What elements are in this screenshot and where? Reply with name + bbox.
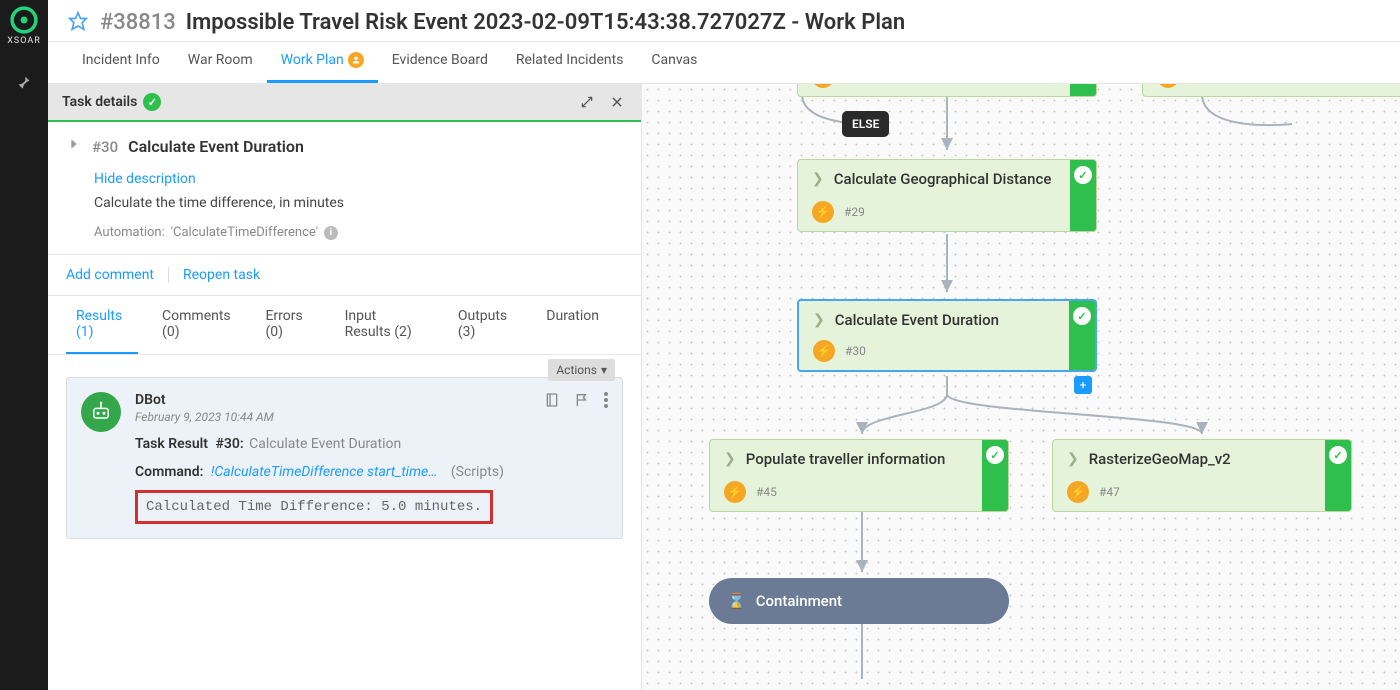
chevron-right-icon: ❯ xyxy=(1067,451,1079,467)
flow-node-partial-left[interactable]: ⚡ ✓ xyxy=(797,84,1097,97)
favorite-star-icon[interactable] xyxy=(68,11,88,35)
task-description: Calculate the time difference, in minute… xyxy=(94,195,623,211)
hide-description-link[interactable]: Hide description xyxy=(94,171,623,187)
user-badge-icon xyxy=(348,52,364,68)
bolt-icon: ⚡ xyxy=(813,340,835,362)
section-containment[interactable]: ⌛ Containment xyxy=(709,578,1009,624)
bolt-icon: ⚡ xyxy=(812,84,834,88)
flow-node-partial-right[interactable]: ⚡ ✓ xyxy=(1142,84,1400,97)
flow-node-47[interactable]: ❯RasterizeGeoMap_v2 ⚡#47 ✓ xyxy=(1052,439,1352,512)
add-node-icon[interactable]: + xyxy=(1074,376,1092,394)
check-icon: ✓ xyxy=(1074,166,1092,184)
command-value[interactable]: !CalculateTimeDifference start_time… xyxy=(211,464,437,480)
dbot-avatar-icon xyxy=(81,392,121,432)
expand-icon[interactable] xyxy=(577,92,597,112)
close-icon[interactable] xyxy=(607,92,627,112)
actions-dropdown[interactable]: Actions ▾ xyxy=(548,359,615,381)
panel-actions: Add comment Reopen task xyxy=(48,255,641,296)
bolt-icon: ⚡ xyxy=(724,481,746,503)
check-icon: ✓ xyxy=(986,446,1004,464)
incident-header: #38813 Impossible Travel Risk Event 2023… xyxy=(48,0,1400,42)
check-icon: ✓ xyxy=(1073,307,1091,325)
flow-node-29[interactable]: ❯Calculate Geographical Distance ⚡#29 ✓ xyxy=(797,159,1097,232)
task-header: #30 Calculate Event Duration Hide descri… xyxy=(48,122,641,255)
task-details-panel: Task details ✓ #30 xyxy=(48,84,642,690)
panel-header: Task details ✓ xyxy=(48,84,641,122)
tab-bar: Incident Info War Room Work Plan Evidenc… xyxy=(48,42,1400,84)
result-author: DBot xyxy=(135,392,274,408)
tab-incident-info[interactable]: Incident Info xyxy=(68,42,174,83)
task-result-label: Task Result xyxy=(135,436,208,452)
result-output: Calculated Time Difference: 5.0 minutes. xyxy=(135,490,493,524)
hourglass-icon: ⌛ xyxy=(727,592,746,610)
panel-title: Task details xyxy=(62,94,137,110)
bolt-icon: ⚡ xyxy=(1157,84,1179,88)
reopen-task-link[interactable]: Reopen task xyxy=(183,267,260,283)
app-logo[interactable] xyxy=(10,6,38,34)
chevron-right-icon xyxy=(66,136,82,157)
automation-row: Automation: 'CalculateTimeDifference' i xyxy=(94,225,623,240)
pin-icon[interactable] xyxy=(6,64,42,100)
tab-canvas[interactable]: Canvas xyxy=(637,42,711,83)
caret-down-icon: ▾ xyxy=(601,363,607,377)
bolt-icon: ⚡ xyxy=(812,201,834,223)
main-area: #38813 Impossible Travel Risk Event 2023… xyxy=(48,0,1400,690)
brand-label: XSOAR xyxy=(7,36,41,46)
subtab-errors[interactable]: Errors (0) xyxy=(255,296,320,354)
flow-node-45[interactable]: ❯Populate traveller information ⚡#45 ✓ xyxy=(709,439,1009,512)
workflow-canvas[interactable]: ELSE ⚡ ✓ ⚡ ✓ ❯Calculate Geographical Dis… xyxy=(642,84,1400,690)
bolt-icon: ⚡ xyxy=(1067,481,1089,503)
flow-node-30[interactable]: ❯Calculate Event Duration ⚡#30 ✓ xyxy=(797,299,1097,372)
result-card: DBot February 9, 2023 10:44 AM xyxy=(66,377,623,539)
tab-work-plan[interactable]: Work Plan xyxy=(267,42,378,83)
subtab-bar: Results (1) Comments (0) Errors (0) Inpu… xyxy=(48,296,641,355)
tab-war-room[interactable]: War Room xyxy=(174,42,267,83)
tab-evidence-board[interactable]: Evidence Board xyxy=(378,42,502,83)
subtab-input-results[interactable]: Input Results (2) xyxy=(335,296,434,354)
tab-related-incidents[interactable]: Related Incidents xyxy=(502,42,638,83)
status-success-icon: ✓ xyxy=(143,93,161,111)
chevron-right-icon: ❯ xyxy=(812,171,824,187)
flag-icon[interactable] xyxy=(574,392,590,412)
subtab-results[interactable]: Results (1) xyxy=(66,296,138,354)
results-area: Actions ▾ DBot February 9, 2023 10:44 AM xyxy=(48,355,641,561)
task-number: #30 xyxy=(92,138,118,156)
incident-title: Impossible Travel Risk Event 2023-02-09T… xyxy=(186,10,905,35)
info-icon[interactable]: i xyxy=(324,226,338,240)
subtab-duration[interactable]: Duration xyxy=(536,296,609,354)
left-rail: XSOAR xyxy=(0,0,48,690)
check-icon: ✓ xyxy=(1329,446,1347,464)
command-label: Command: xyxy=(135,464,203,480)
command-source: (Scripts) xyxy=(451,464,504,480)
subtab-comments[interactable]: Comments (0) xyxy=(152,296,241,354)
notebook-icon[interactable] xyxy=(544,392,560,412)
add-comment-link[interactable]: Add comment xyxy=(66,267,154,283)
chevron-right-icon: ❯ xyxy=(724,451,736,467)
chevron-right-icon: ❯ xyxy=(813,312,825,328)
else-badge: ELSE xyxy=(842,111,889,137)
result-timestamp: February 9, 2023 10:44 AM xyxy=(135,410,274,424)
more-icon[interactable] xyxy=(604,392,608,412)
incident-id: #38813 xyxy=(100,10,176,35)
task-name: Calculate Event Duration xyxy=(128,137,304,156)
subtab-outputs[interactable]: Outputs (3) xyxy=(448,296,522,354)
